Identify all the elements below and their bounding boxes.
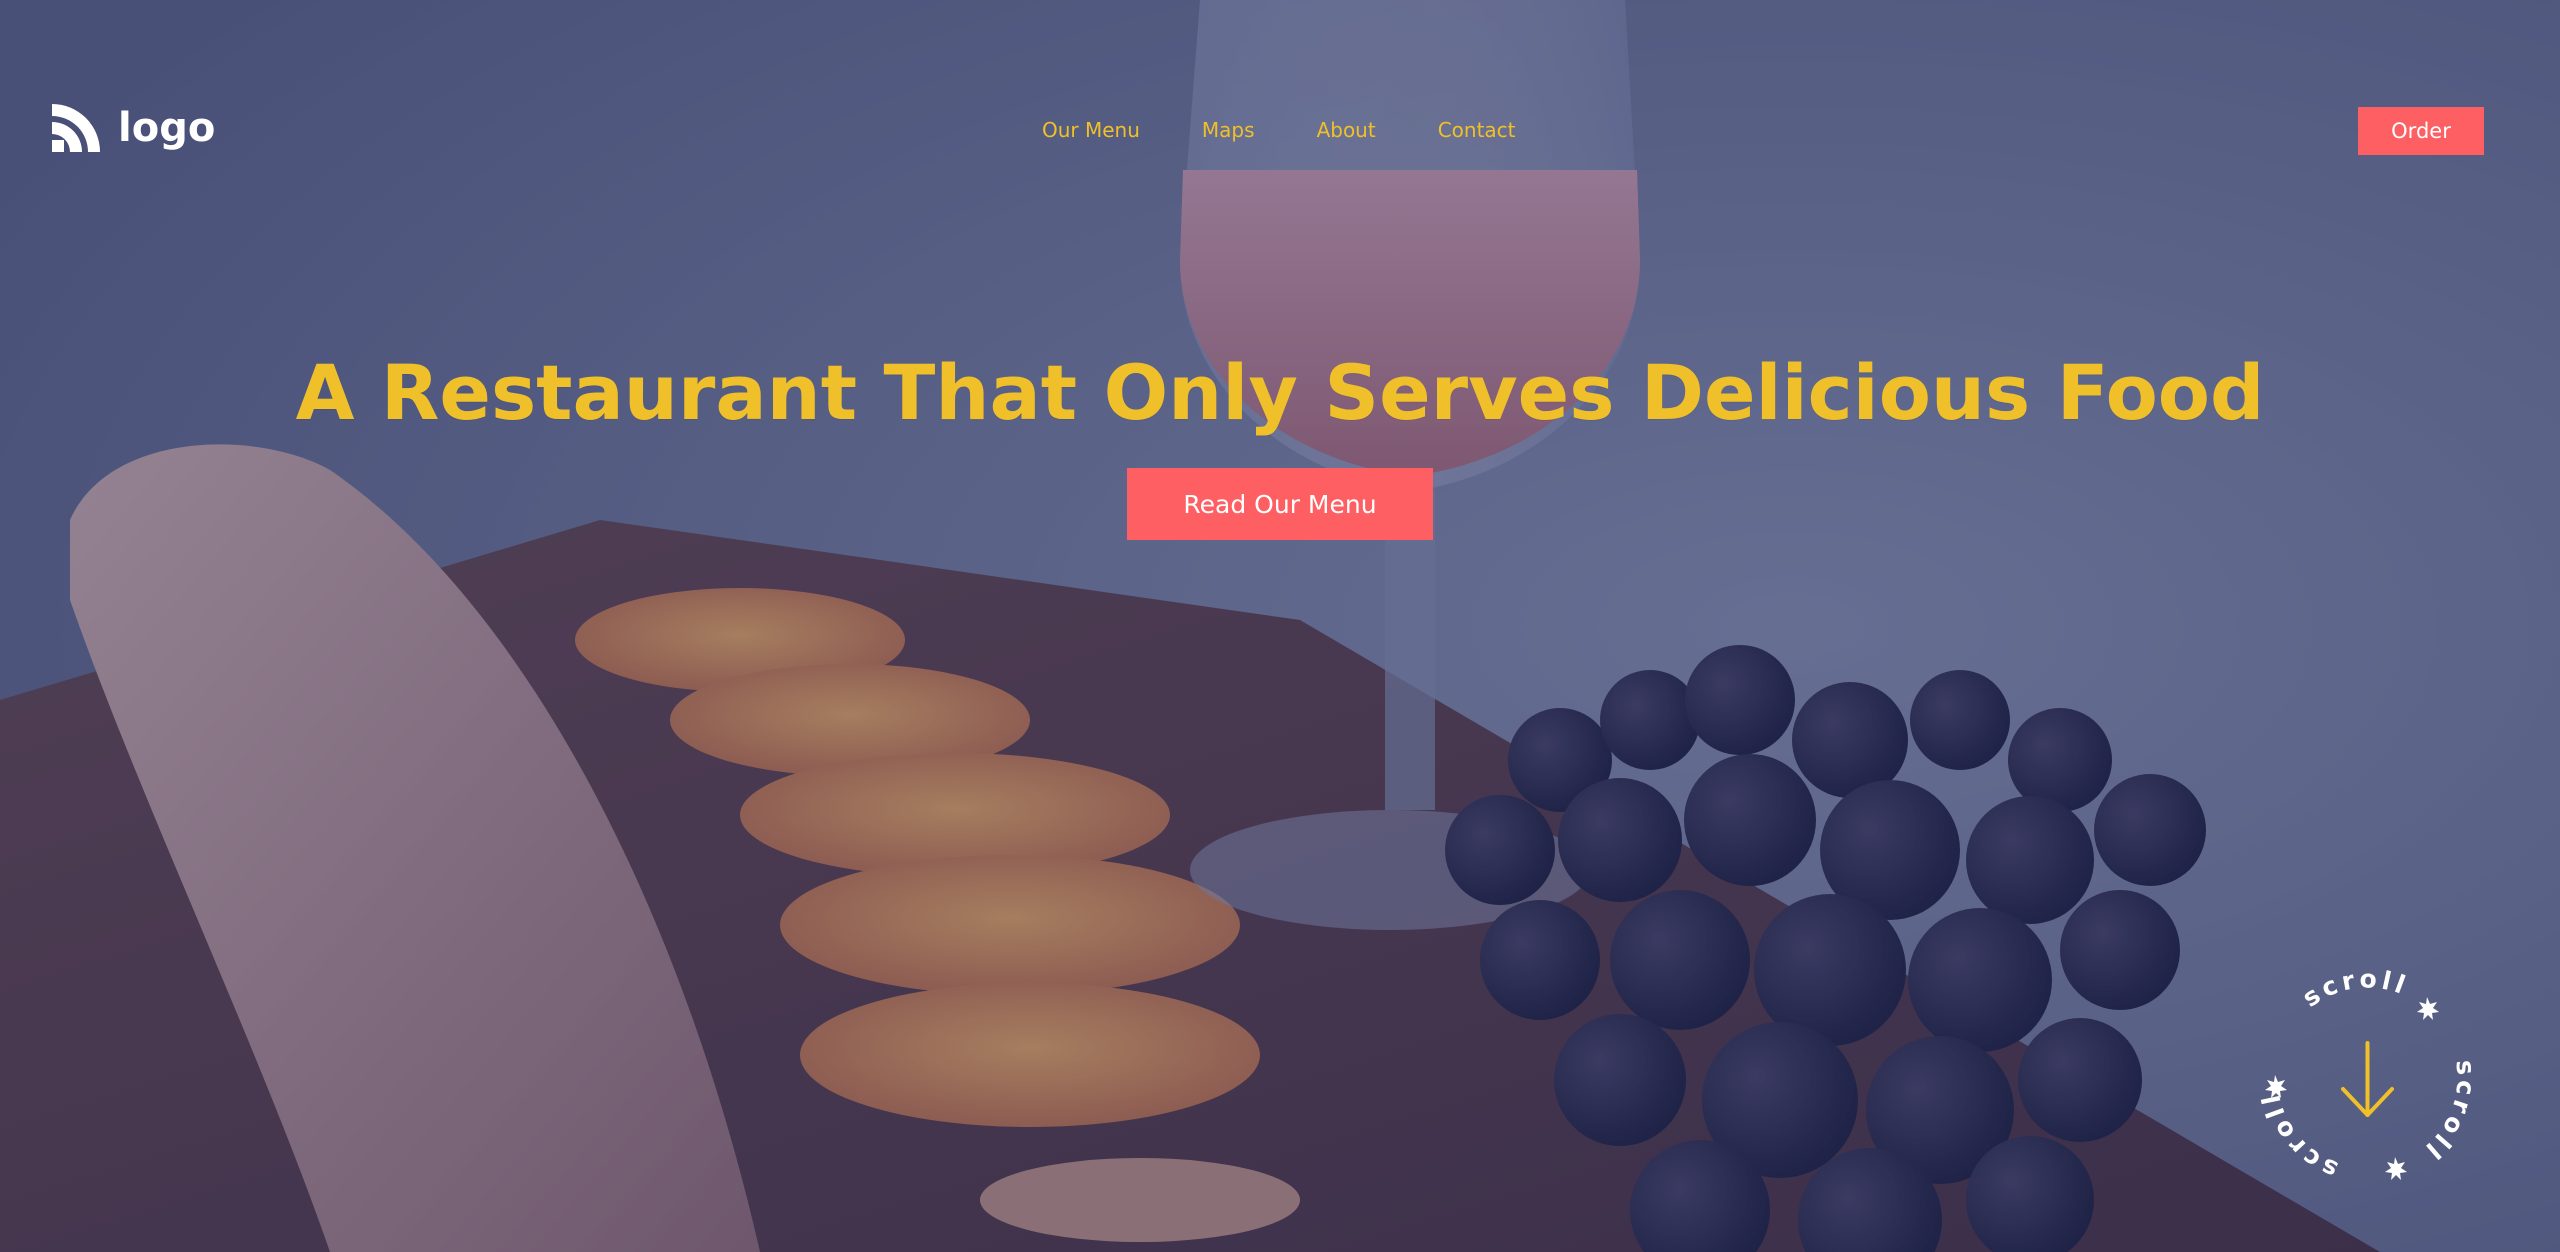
svg-text:scroll: scroll — [2418, 1059, 2480, 1167]
order-button[interactable]: Order — [2358, 107, 2484, 155]
scroll-indicator[interactable]: scroll scroll scroll — [2255, 965, 2480, 1190]
main-nav: Our Menu Maps About Contact — [1042, 118, 1516, 142]
scroll-label-3: scroll — [2256, 1089, 2338, 1185]
nav-item-about[interactable]: About — [1317, 118, 1376, 142]
logo-text: logo — [118, 105, 216, 151]
logo[interactable]: logo — [48, 100, 215, 156]
svg-text:scroll: scroll — [2256, 1089, 2342, 1185]
nav-item-contact[interactable]: Contact — [1438, 118, 1516, 142]
hero-headline: A Restaurant That Only Serves Delicious … — [295, 348, 2265, 437]
scroll-label-1: scroll — [2297, 965, 2409, 1013]
hero-section: logo Our Menu Maps About Contact Order A… — [0, 0, 2560, 1252]
scroll-label-2: scroll — [2418, 1059, 2477, 1167]
read-menu-button[interactable]: Read Our Menu — [1127, 468, 1433, 540]
nav-item-maps[interactable]: Maps — [1202, 118, 1255, 142]
nav-item-our-menu[interactable]: Our Menu — [1042, 118, 1140, 142]
dark-overlay — [0, 0, 2560, 1252]
rss-wave-icon — [52, 104, 100, 152]
svg-text:scroll: scroll — [2297, 965, 2413, 1013]
arrow-down-icon — [2341, 1041, 2394, 1117]
